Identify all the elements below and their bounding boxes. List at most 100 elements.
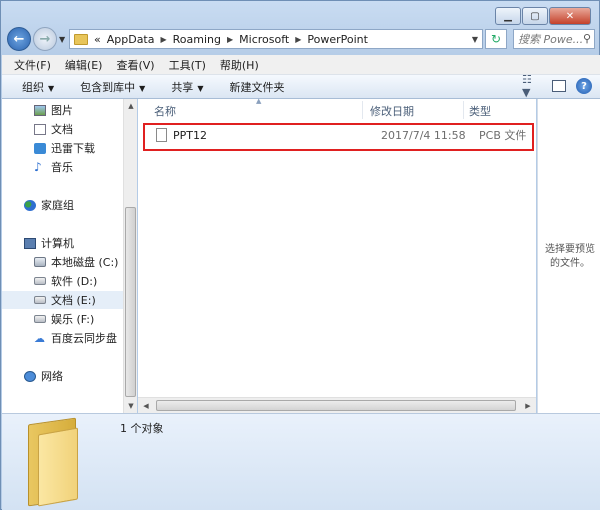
organize-label: 组织 [22,80,44,94]
menu-view[interactable]: 查看(V) [116,57,154,73]
search-icon[interactable]: ⚲ [583,32,591,45]
documents-icon [34,123,46,135]
search-placeholder: 搜索 Powe... [518,33,584,46]
sidebar-item-label: 图片 [51,104,73,117]
address-row: ← → ▼ « AppData ▶ Roaming ▶ Microsoft ▶ … [7,27,595,51]
chevron-right-icon[interactable]: ▶ [295,35,301,44]
command-bar: 组织 ▼ 包含到库中 ▼ 共享 ▼ 新建文件夹 ☷ ▼ ? [2,73,600,99]
drive-icon [34,315,46,323]
breadcrumb-microsoft[interactable]: Microsoft [239,33,289,46]
view-options-icon[interactable]: ☷ ▼ [522,73,542,99]
explorer-window: ▁ ▢ ✕ ← → ▼ « AppData ▶ Roaming ▶ Micros… [0,0,600,510]
toolbar-right: ☷ ▼ ? [522,73,592,99]
sidebar-item-label: 文档 (E:) [51,294,96,307]
drive-icon [34,277,46,285]
back-arrow-icon[interactable]: ← [7,27,31,51]
help-icon[interactable]: ? [576,78,592,94]
sidebar-item-label: 网络 [41,370,63,383]
column-header-modified[interactable]: 修改日期 [370,103,414,119]
scroll-right-icon[interactable]: ▶ [520,398,536,414]
sidebar-item-label: 软件 (D:) [51,275,98,288]
scrollbar-thumb[interactable] [125,207,136,397]
sidebar-item-music[interactable]: ♪ 音乐 [2,158,123,176]
sidebar-item-computer[interactable]: 计算机 [2,234,123,252]
download-icon [34,142,46,154]
sidebar-item-label: 迅雷下载 [51,142,95,155]
sidebar-item-drive-f[interactable]: 娱乐 (F:) [2,310,123,328]
scroll-up-icon[interactable]: ▲ [124,99,138,113]
include-in-library-button[interactable]: 包含到库中 ▼ [80,79,145,95]
address-prefix[interactable]: « [94,33,101,46]
breadcrumb-powerpoint[interactable]: PowerPoint [307,33,368,46]
breadcrumb-appdata[interactable]: AppData [107,33,155,46]
scroll-down-icon[interactable]: ▼ [124,399,138,413]
chevron-down-icon: ▼ [139,83,146,93]
sidebar-item-drive-e[interactable]: 文档 (E:) [2,291,123,309]
minimize-button[interactable]: ▁ [495,7,521,25]
sidebar-item-network[interactable]: 网络 [2,367,123,385]
column-divider[interactable] [362,101,363,119]
sidebar-item-drive-c[interactable]: 本地磁盘 (C:) [2,253,123,271]
search-input[interactable]: 搜索 Powe... ⚲ [513,29,595,49]
column-divider[interactable] [463,101,464,119]
sidebar-item-label: 文档 [51,123,73,136]
sort-indicator-icon: ▲ [256,97,262,105]
sidebar-item-label: 娱乐 (F:) [51,313,95,326]
drive-c-icon [34,257,46,267]
sidebar-item-documents[interactable]: 文档 [2,120,123,138]
chevron-right-icon[interactable]: ▶ [227,35,233,44]
new-folder-button[interactable]: 新建文件夹 [229,79,284,95]
breadcrumb-roaming[interactable]: Roaming [173,33,221,46]
menu-help[interactable]: 帮助(H) [220,57,259,73]
sidebar-item-drive-d[interactable]: 软件 (D:) [2,272,123,290]
organize-button[interactable]: 组织 ▼ [22,79,54,95]
details-pane: 1 个对象 [2,413,600,510]
chevron-down-icon: ▼ [197,83,204,93]
music-icon: ♪ [34,159,42,174]
address-bar[interactable]: « AppData ▶ Roaming ▶ Microsoft ▶ PowerP… [69,29,483,49]
close-button[interactable]: ✕ [549,7,591,25]
network-icon [24,370,36,382]
scrollbar-thumb[interactable] [156,400,516,411]
navigation-pane: 图片 文档 迅雷下载 ♪ 音乐 家庭组 计算机 本地磁盘 (C:) 软件 (D: [2,99,123,413]
menu-tools[interactable]: 工具(T) [169,57,206,73]
scroll-left-icon[interactable]: ◀ [138,398,154,414]
caption-buttons: ▁ ▢ ✕ [495,7,591,25]
column-header-name[interactable]: 名称 [154,103,176,119]
folder-icon [28,417,80,507]
sidebar-item-homegroup[interactable]: 家庭组 [2,196,123,214]
chevron-right-icon[interactable]: ▶ [161,35,167,44]
column-header-type[interactable]: 类型 [469,103,491,119]
sidebar-item-label: 计算机 [41,237,74,250]
drive-icon [34,296,46,304]
sidebar-item-pictures[interactable]: 图片 [2,101,123,119]
maximize-button[interactable]: ▢ [522,7,548,25]
share-button[interactable]: 共享 ▼ [171,79,203,95]
share-label: 共享 [171,80,194,94]
refresh-icon[interactable]: ↻ [485,29,507,49]
sidebar-item-baidu-cloud[interactable]: ☁ 百度云同步盘 [2,329,123,347]
menu-bar: 文件(F) 编辑(E) 查看(V) 工具(T) 帮助(H) [2,55,600,75]
menu-edit[interactable]: 编辑(E) [65,57,103,73]
sidebar-item-xunlei-download[interactable]: 迅雷下载 [2,139,123,157]
preview-message: 选择要预览的文件。 [545,244,595,269]
preview-pane: 选择要预览的文件。 [537,99,600,413]
history-dropdown-icon[interactable]: ▼ [59,35,65,44]
computer-icon [24,237,36,249]
sidebar-item-label: 本地磁盘 (C:) [51,256,119,269]
file-list-scrollbar[interactable]: ◀ ▶ [138,397,536,413]
include-label: 包含到库中 [80,80,136,94]
address-dropdown-icon[interactable]: ▼ [472,35,478,44]
file-list: ▲ 名称 修改日期 类型 PPT12 2017/7/4 11:58 PCB 文件 [138,97,536,397]
chevron-down-icon: ▼ [48,83,55,93]
navigation-scrollbar[interactable]: ▲ ▼ [123,99,137,413]
sidebar-item-label: 家庭组 [41,199,74,212]
folder-icon [74,33,88,45]
menu-file[interactable]: 文件(F) [14,57,51,73]
pictures-icon [34,104,46,116]
sidebar-item-label: 音乐 [51,161,73,174]
preview-pane-icon[interactable] [552,80,566,92]
item-count: 1 个对象 [120,422,164,435]
cloud-icon: ☁ [34,331,45,345]
forward-arrow-icon[interactable]: → [33,27,57,51]
